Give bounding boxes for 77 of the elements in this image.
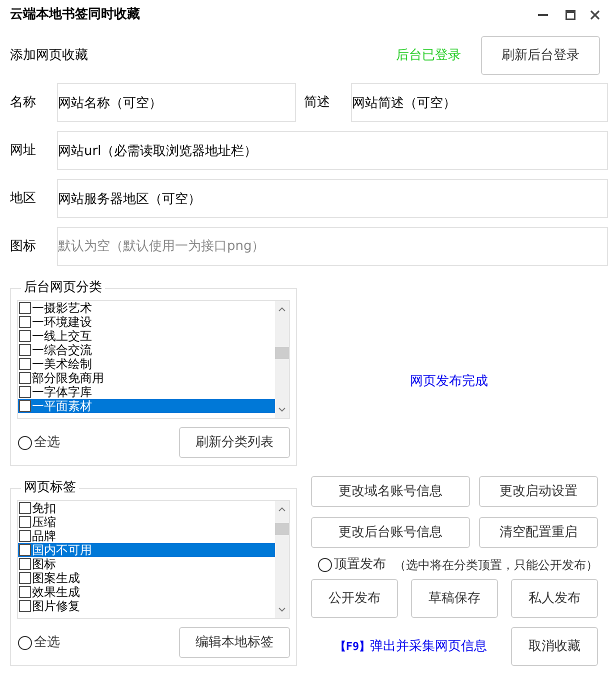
section-label: 添加网页收藏 xyxy=(10,46,89,65)
close-icon[interactable] xyxy=(590,10,600,20)
checkbox[interactable] xyxy=(19,302,31,314)
radio-label: 全选 xyxy=(34,434,60,452)
input-field[interactable]: 网站简述（可空） xyxy=(351,83,608,122)
list-item[interactable]: 图案生成 xyxy=(18,571,275,585)
scrollbar[interactable] xyxy=(275,501,289,618)
list-item[interactable]: 一摄影艺术 xyxy=(18,301,275,315)
field-label: 网址 xyxy=(10,142,37,160)
chevron-down-icon[interactable] xyxy=(278,607,286,612)
list-item[interactable]: 品牌 xyxy=(18,529,275,543)
checkbox[interactable] xyxy=(19,516,31,528)
input-field[interactable]: 网站名称（可空） xyxy=(57,83,296,122)
checkbox[interactable] xyxy=(19,572,31,584)
list-item[interactable]: 一平面素材 xyxy=(18,399,275,413)
chevron-up-icon[interactable] xyxy=(278,307,286,312)
field-label: 名称 xyxy=(10,94,37,112)
list-item[interactable]: 压缩 xyxy=(18,515,275,529)
checkbox[interactable] xyxy=(19,544,31,556)
checkbox[interactable] xyxy=(19,400,31,412)
checkbox[interactable] xyxy=(19,530,31,542)
list-item[interactable]: 免扣 xyxy=(18,501,275,515)
list-item[interactable]: 效果生成 xyxy=(18,585,275,599)
checkbox[interactable] xyxy=(19,344,31,356)
refresh-login-button[interactable]: 刷新后台登录 xyxy=(481,36,600,75)
settings-button[interactable]: 更改后台账号信息 xyxy=(311,517,470,548)
scrollbar-thumb[interactable] xyxy=(275,346,289,358)
checkbox[interactable] xyxy=(19,600,31,612)
settings-button[interactable]: 更改域名账号信息 xyxy=(311,476,470,507)
radio-button[interactable] xyxy=(18,636,32,650)
checkbox[interactable] xyxy=(19,586,31,598)
list-item[interactable]: 图片修复 xyxy=(18,599,275,613)
publish-button[interactable]: 公开发布 xyxy=(311,579,398,618)
list-item[interactable]: 一环境建设 xyxy=(18,315,275,329)
radio-label: 顶置发布 xyxy=(334,556,386,574)
login-status: 后台已登录 xyxy=(396,46,461,65)
publish-button[interactable]: 草稿保存 xyxy=(411,579,498,618)
pin-option-note: （选中将在分类顶置，只能公开发布） xyxy=(394,557,598,574)
checkbox[interactable] xyxy=(19,372,31,384)
action-button[interactable]: 编辑本地标签 xyxy=(179,627,290,658)
field-label: 地区 xyxy=(10,190,37,208)
list-item[interactable]: 图标 xyxy=(18,557,275,571)
checkbox[interactable] xyxy=(19,558,31,570)
maximize-icon[interactable] xyxy=(565,10,576,20)
checkbox[interactable] xyxy=(19,330,31,342)
publish-button[interactable]: 私人发布 xyxy=(511,579,598,618)
checkbox[interactable] xyxy=(19,358,31,370)
input-field[interactable]: 默认为空（默认使用一为接口png） xyxy=(57,227,608,266)
scrollbar-thumb[interactable] xyxy=(275,522,289,534)
radio-button[interactable] xyxy=(318,558,332,572)
field-label: 简述 xyxy=(304,94,331,112)
window-title: 云端本地书签同时收藏 xyxy=(10,6,141,24)
list-item[interactable]: 部分限免商用 xyxy=(18,371,275,385)
settings-button[interactable]: 清空配置重启 xyxy=(479,517,598,548)
field-label: 图标 xyxy=(10,238,37,256)
chevron-down-icon[interactable] xyxy=(278,407,286,412)
group-title: 后台网页分类 xyxy=(21,280,105,296)
scrollbar[interactable] xyxy=(275,301,289,418)
status-message: 网页发布完成 xyxy=(410,373,488,392)
list-item[interactable]: 国内不可用 xyxy=(18,543,275,557)
input-field[interactable]: 网站服务器地区（可空） xyxy=(57,179,608,218)
checkbox[interactable] xyxy=(19,316,31,328)
list-item[interactable]: 一字体字库 xyxy=(18,385,275,399)
hotkey-hint: 【F9】弹出并采集网页信息 xyxy=(334,638,488,656)
group-title: 网页标签 xyxy=(21,480,79,496)
settings-button[interactable]: 更改启动设置 xyxy=(479,476,598,507)
list-item[interactable]: 一线上交互 xyxy=(18,329,275,343)
input-field[interactable]: 网站url（必需读取浏览器地址栏） xyxy=(57,131,608,170)
action-button[interactable]: 刷新分类列表 xyxy=(179,427,290,458)
radio-label: 全选 xyxy=(34,634,60,652)
radio-button[interactable] xyxy=(18,436,32,450)
checkbox[interactable] xyxy=(19,502,31,514)
list-item[interactable]: 一美术绘制 xyxy=(18,357,275,371)
checkbox[interactable] xyxy=(19,386,31,398)
chevron-up-icon[interactable] xyxy=(278,507,286,512)
list-item[interactable]: 一综合交流 xyxy=(18,343,275,357)
cancel-button[interactable]: 取消收藏 xyxy=(511,627,598,666)
